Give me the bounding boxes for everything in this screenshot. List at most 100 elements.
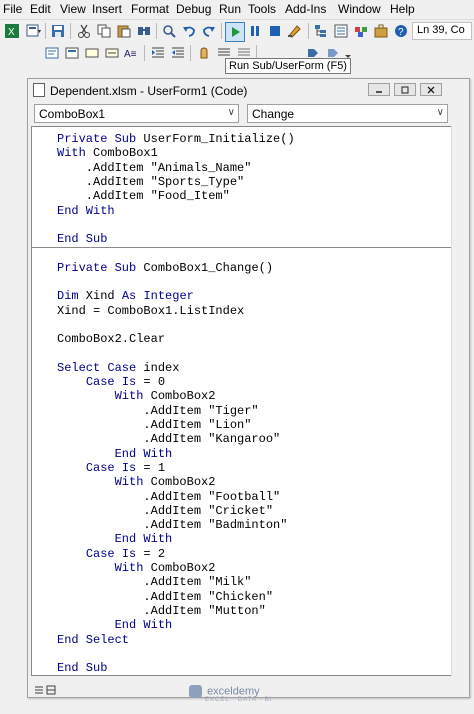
- menu-run[interactable]: Run: [219, 2, 241, 16]
- list-constants-icon[interactable]: [64, 45, 80, 61]
- indent-icon[interactable]: [150, 45, 166, 61]
- object-combo[interactable]: ComboBox1 ∨: [34, 104, 239, 123]
- reset-icon[interactable]: [267, 23, 283, 39]
- code-line: With ComboBox2: [114, 561, 216, 575]
- menu-bar: File Edit View Insert Format Debug Run T…: [0, 0, 474, 18]
- properties-icon[interactable]: [333, 23, 349, 39]
- run-tooltip: Run Sub/UserForm (F5): [225, 58, 351, 74]
- toolbar-divider: [190, 45, 191, 61]
- code-line: End Sub: [57, 232, 108, 247]
- menu-edit[interactable]: Edit: [30, 2, 51, 16]
- parameter-info-icon[interactable]: [104, 45, 120, 61]
- code-line: Xind = ComboBox1.ListIndex: [57, 303, 245, 318]
- menu-file[interactable]: File: [3, 2, 22, 16]
- code-window-title: Dependent.xlsm - UserForm1 (Code): [50, 84, 248, 98]
- design-mode-icon[interactable]: [287, 23, 303, 39]
- help-icon[interactable]: ?: [393, 23, 409, 39]
- run-icon[interactable]: [225, 22, 245, 42]
- code-line: .AddItem "Chicken": [57, 589, 274, 604]
- watermark-logo: exceldemy EXCEL · DATA · BI: [189, 685, 272, 703]
- minimize-icon[interactable]: [368, 83, 390, 96]
- code-line: Case Is = 2: [85, 546, 166, 561]
- menu-add-ins[interactable]: Add-Ins: [285, 2, 326, 16]
- toolbar-divider: [70, 23, 71, 39]
- object-combo-value: ComboBox1: [39, 107, 106, 121]
- code-window-titlebar[interactable]: Dependent.xlsm - UserForm1 (Code): [28, 79, 469, 101]
- code-window: Dependent.xlsm - UserForm1 (Code) ComboB…: [27, 78, 470, 698]
- code-line: End With: [114, 618, 173, 633]
- toggle-breakpoint-icon[interactable]: [196, 45, 212, 61]
- toolbar-divider: [308, 23, 309, 39]
- code-line: .AddItem "Lion": [57, 418, 252, 432]
- standard-toolbar: X ?: [0, 19, 474, 42]
- code-line: With ComboBox2: [114, 389, 216, 404]
- procedure-combo[interactable]: Change ∨: [247, 104, 448, 123]
- svg-text:A≡: A≡: [124, 49, 137, 60]
- code-line: .AddItem "Cricket": [57, 503, 274, 518]
- toolbar-divider: [156, 23, 157, 39]
- menu-window[interactable]: Window: [338, 2, 381, 16]
- code-line: .AddItem "Tiger": [57, 403, 259, 418]
- code-line: Case Is = 0: [85, 375, 166, 390]
- code-line: .AddItem "Football": [57, 489, 281, 504]
- exceldemy-logo-icon: [189, 685, 202, 698]
- procedure-view-icon[interactable]: [34, 682, 44, 700]
- menu-view[interactable]: View: [60, 2, 86, 16]
- code-line: End With: [114, 532, 173, 547]
- chevron-down-icon: ∨: [436, 107, 444, 118]
- code-line: Dim Xind As Integer: [57, 289, 194, 304]
- outdent-icon[interactable]: [170, 45, 186, 61]
- toolbar-divider: [45, 23, 46, 39]
- code-module-icon: [33, 83, 45, 97]
- code-line: .AddItem "Milk": [57, 575, 252, 590]
- chevron-down-icon: ∨: [227, 107, 235, 118]
- menu-debug[interactable]: Debug: [176, 2, 211, 16]
- cut-icon[interactable]: [76, 23, 92, 39]
- full-module-view-icon[interactable]: [46, 682, 56, 700]
- project-explorer-icon[interactable]: [313, 23, 329, 39]
- toolbox-icon[interactable]: [373, 23, 389, 39]
- toolbar-divider: [144, 45, 145, 61]
- insert-userform-icon[interactable]: [26, 23, 42, 39]
- save-icon[interactable]: [50, 23, 66, 39]
- close-icon[interactable]: [420, 83, 442, 96]
- code-line: .AddItem "Badminton": [57, 518, 288, 533]
- find-icon[interactable]: [136, 23, 152, 39]
- code-line: End With: [57, 203, 115, 218]
- code-editor[interactable]: Private Sub UserForm_Initialize() With Co…: [31, 126, 453, 676]
- code-line: .AddItem "Kangaroo": [57, 432, 281, 447]
- menu-insert[interactable]: Insert: [92, 2, 122, 16]
- code-line: Case Is = 1: [85, 460, 166, 475]
- code-line: .AddItem "Food_Item": [57, 189, 230, 204]
- list-properties-icon[interactable]: [44, 45, 60, 61]
- svg-text:?: ?: [398, 27, 404, 38]
- code-line: Select Case index: [57, 360, 180, 375]
- paste-icon[interactable]: [116, 23, 132, 39]
- watermark-tagline: EXCEL · DATA · BI: [205, 697, 273, 703]
- undo-icon[interactable]: [181, 23, 197, 39]
- vertical-scrollbar[interactable]: [451, 126, 466, 676]
- watermark-brand: exceldemy: [207, 685, 260, 698]
- object-browser-icon[interactable]: [353, 23, 369, 39]
- code-line: With ComboBox1: [57, 146, 158, 161]
- find-icon[interactable]: [161, 23, 177, 39]
- copy-icon[interactable]: [96, 23, 112, 39]
- menu-help[interactable]: Help: [390, 2, 415, 16]
- code-line: Private Sub UserForm_Initialize(): [57, 132, 295, 146]
- maximize-icon[interactable]: [394, 83, 416, 96]
- excel-icon[interactable]: X: [4, 23, 20, 39]
- toolbar-divider: [221, 23, 222, 39]
- procedure-combo-value: Change: [252, 107, 295, 121]
- menu-tools[interactable]: Tools: [248, 2, 276, 16]
- code-line: .AddItem "Animals_Name": [57, 160, 252, 175]
- complete-word-icon[interactable]: A≡: [124, 45, 140, 61]
- cursor-position-status: Ln 39, Co: [412, 22, 472, 40]
- redo-icon[interactable]: [201, 23, 217, 39]
- code-line: End With: [114, 446, 173, 461]
- menu-format[interactable]: Format: [131, 2, 169, 16]
- quick-info-icon[interactable]: [84, 45, 100, 61]
- svg-text:X: X: [8, 27, 15, 38]
- procedure-separator: [32, 247, 452, 249]
- break-icon[interactable]: [247, 23, 263, 39]
- code-line: Private Sub ComboBox1_Change(): [57, 260, 274, 275]
